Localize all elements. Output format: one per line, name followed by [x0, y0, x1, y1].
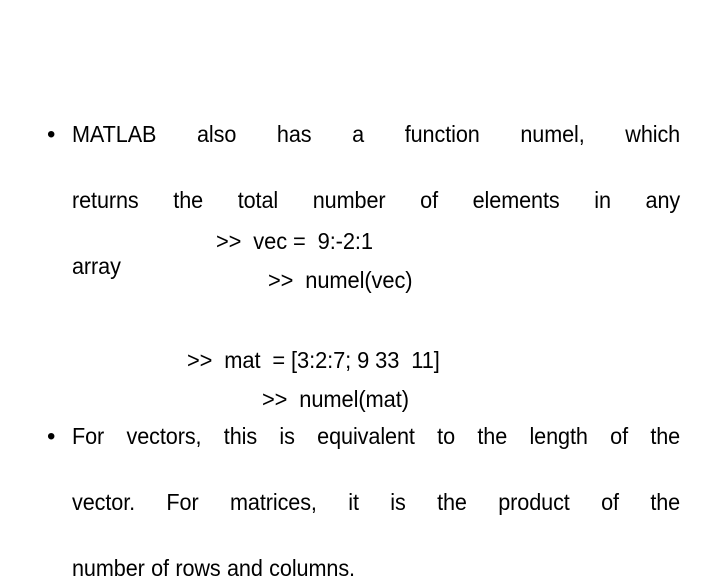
- bullet-line: MATLAB also has a function numel, which: [72, 121, 681, 147]
- bullet-item-vectors-matrices-explanation: • For vectors, this is equivalent to the…: [42, 420, 680, 585]
- code-line-mat-assignment: >> mat = [3:2:7; 9 33 11]: [187, 347, 440, 373]
- code-line-numel-vec: >> numel(vec): [268, 267, 413, 293]
- code-line-numel-mat: >> numel(mat): [262, 386, 409, 412]
- bullet-text: MATLAB also has a function numel, which …: [72, 118, 680, 283]
- code-line-vec-assignment: >> vec = 9:-2:1: [216, 228, 373, 254]
- bullet-marker-icon: •: [47, 423, 56, 450]
- bullet-marker-icon: •: [47, 121, 56, 148]
- slide-canvas: • MATLAB also has a function numel, whic…: [0, 0, 720, 581]
- bullet-line: For vectors, this is equivalent to the l…: [72, 423, 681, 449]
- bullet-row: • For vectors, this is equivalent to the…: [42, 420, 680, 585]
- bullet-line: vector. For matrices, it is the product …: [72, 489, 681, 515]
- bullet-item-numel-description: • MATLAB also has a function numel, whic…: [42, 118, 680, 283]
- bullet-line: number of rows and columns.: [72, 555, 355, 581]
- bullet-row: • MATLAB also has a function numel, whic…: [42, 118, 680, 283]
- bullet-text: For vectors, this is equivalent to the l…: [72, 420, 680, 585]
- bullet-line: returns the total number of elements in …: [72, 187, 681, 213]
